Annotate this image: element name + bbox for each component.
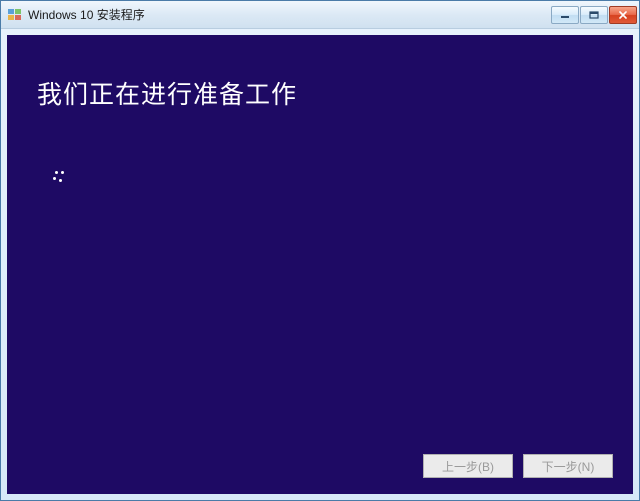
close-button[interactable] xyxy=(609,6,637,24)
button-bar: 上一步(B) 下一步(N) xyxy=(423,454,613,478)
app-icon xyxy=(7,7,23,23)
window-controls xyxy=(551,6,637,24)
titlebar: Windows 10 安装程序 xyxy=(1,1,639,29)
content-outer: 我们正在进行准备工作 上一步(B) 下一步(N) xyxy=(1,29,639,500)
next-button[interactable]: 下一步(N) xyxy=(523,454,613,478)
window-title: Windows 10 安装程序 xyxy=(28,6,551,23)
back-button[interactable]: 上一步(B) xyxy=(423,454,513,478)
loading-spinner-icon xyxy=(53,171,75,193)
page-heading: 我们正在进行准备工作 xyxy=(7,35,633,111)
content-area: 我们正在进行准备工作 上一步(B) 下一步(N) xyxy=(7,35,633,494)
maximize-button[interactable] xyxy=(580,6,608,24)
window-frame: Windows 10 安装程序 我们正在进行准备工作 上一步(B) xyxy=(0,0,640,501)
minimize-button[interactable] xyxy=(551,6,579,24)
